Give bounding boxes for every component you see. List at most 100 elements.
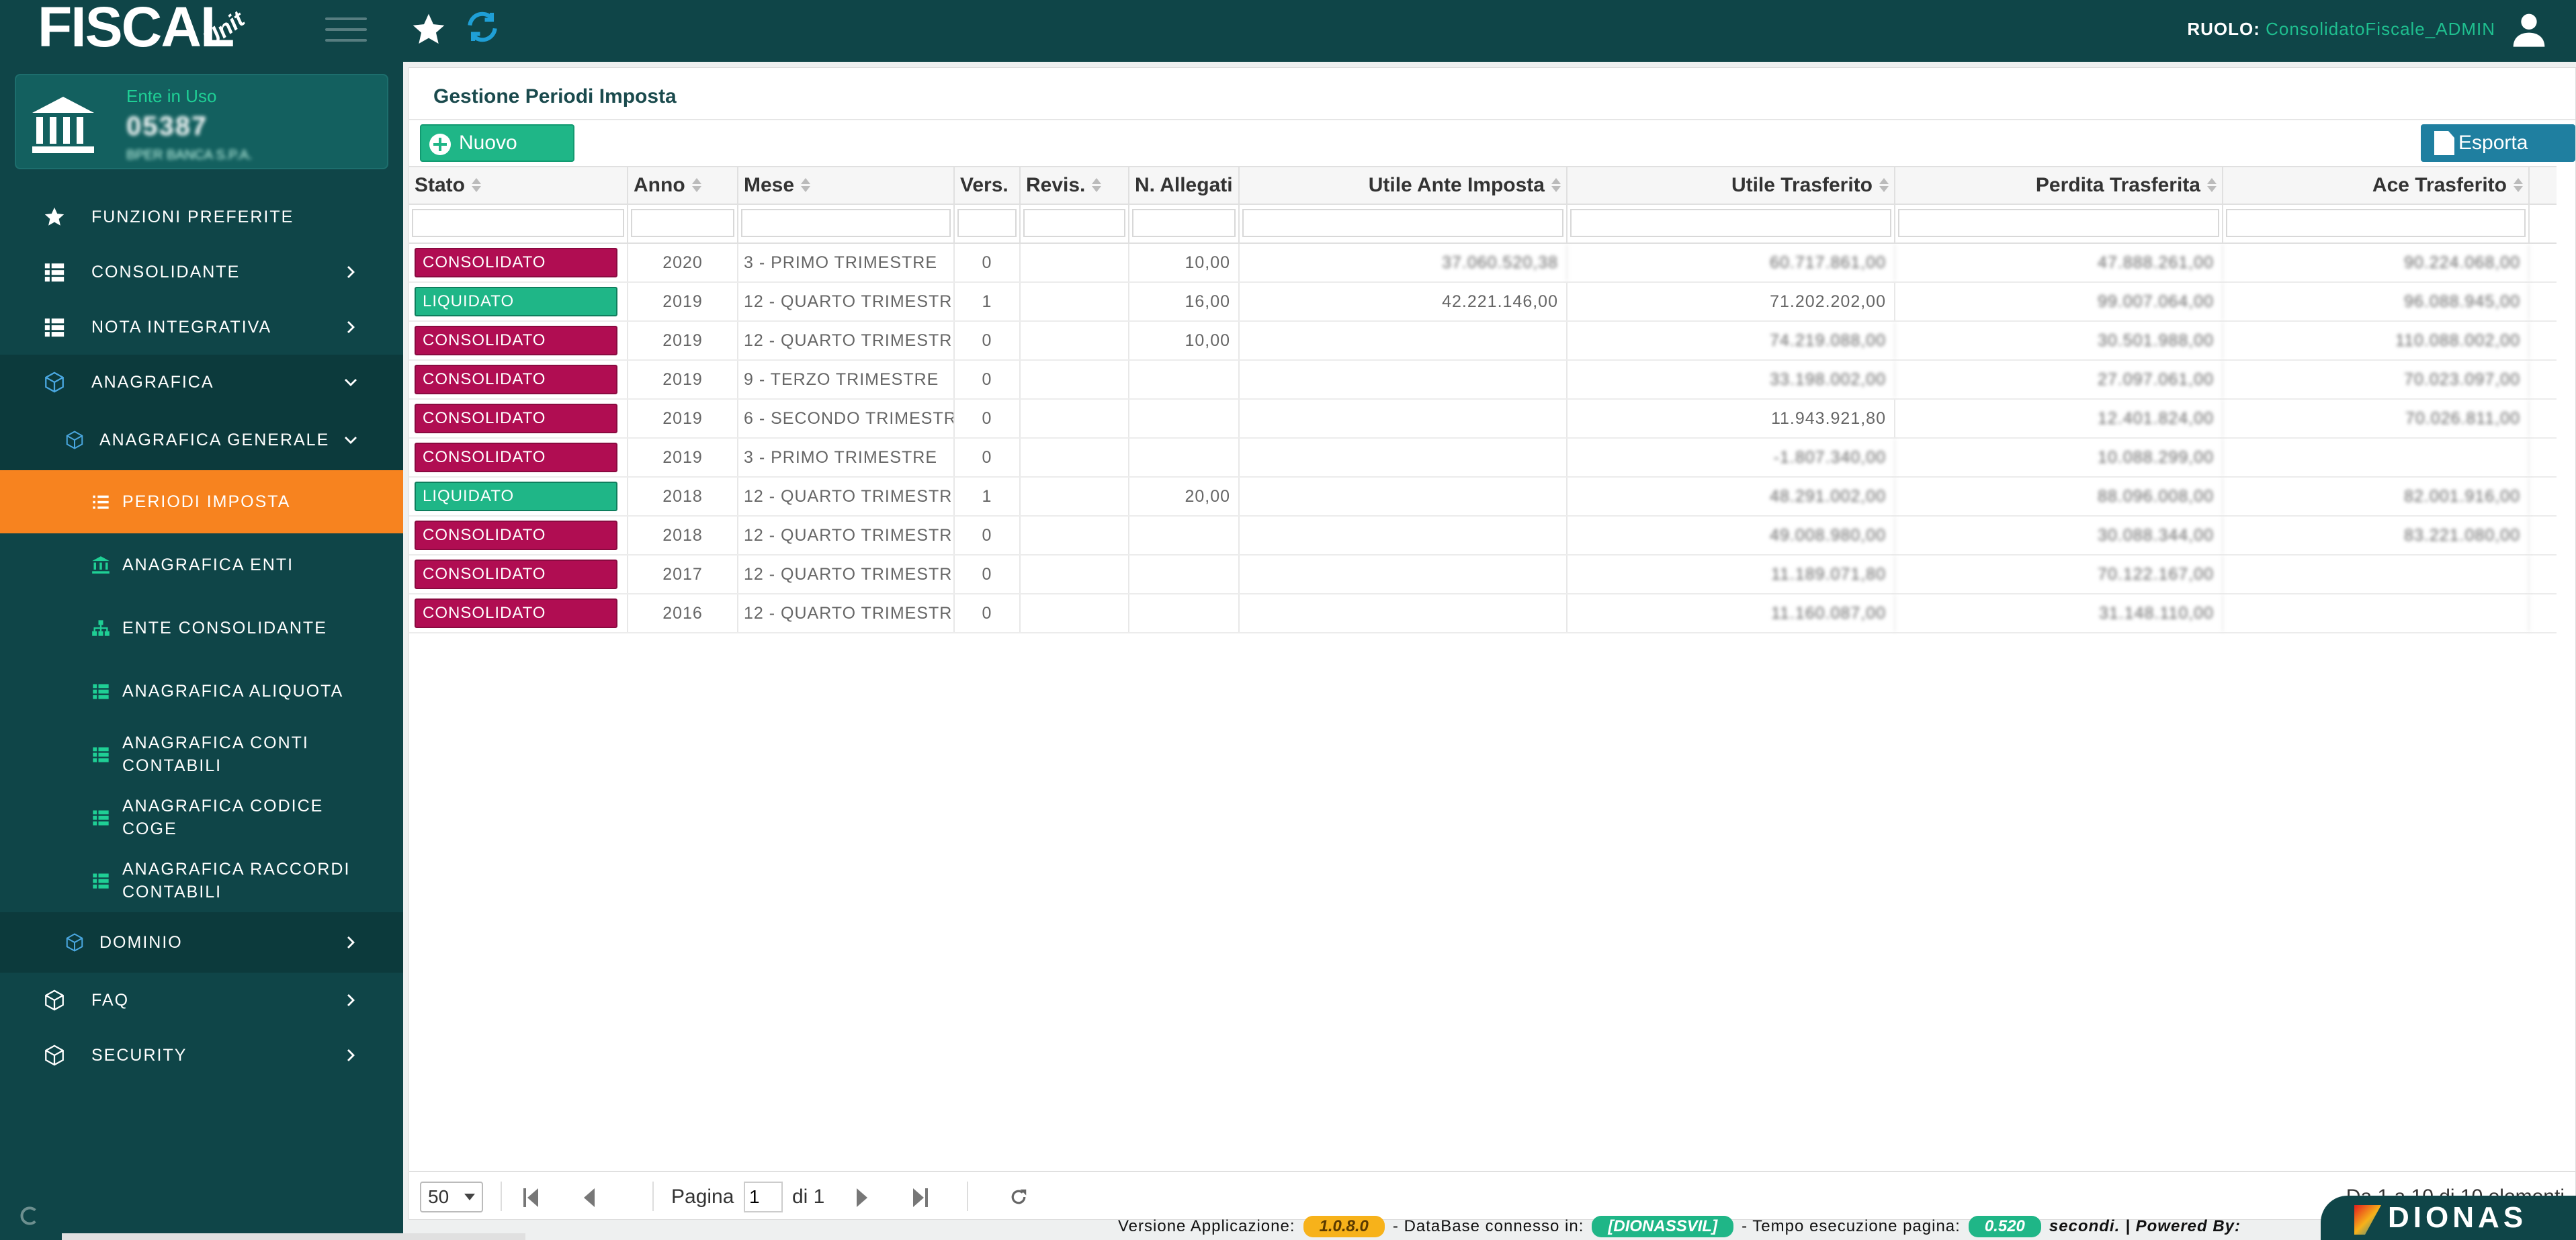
cell-utile-ante-imposta <box>1240 361 1568 398</box>
db-badge: [DIONASSVIL] <box>1592 1216 1734 1237</box>
filter-anno-input[interactable] <box>631 209 734 237</box>
table-row[interactable]: CONSOLIDATO 2020 3 - PRIMO TRIMESTRE 0 10,00… <box>409 244 2557 283</box>
cell-utile-ante-imposta <box>1240 594 1568 632</box>
table-row[interactable]: CONSOLIDATO 2019 3 - PRIMO TRIMESTRE 0 -1.80… <box>409 439 2557 478</box>
sidebar-item-anagrafica-conti-contabili[interactable]: ANAGRAFICA CONTI CONTABILI <box>0 723 403 786</box>
cell-vers: 1 <box>955 478 1021 515</box>
table-row[interactable]: CONSOLIDATO 2018 12 - QUARTO TRIMESTRE 0 49.… <box>409 517 2557 556</box>
column-header-vers[interactable]: Vers. <box>955 167 1021 204</box>
sort-icon <box>1551 177 1561 194</box>
cell-utile-ante-imposta <box>1240 478 1568 515</box>
column-header-allegati[interactable]: N. Allegati <box>1129 167 1240 204</box>
cell-mese: 12 - QUARTO TRIMESTRE <box>738 322 955 359</box>
cell-stato: CONSOLIDATO <box>409 322 628 359</box>
column-header-mese[interactable]: Mese <box>738 167 955 204</box>
last-page-icon[interactable] <box>912 1188 928 1207</box>
refresh-icon[interactable] <box>464 8 501 46</box>
sidebar-item-anagrafica-generale[interactable]: ANAGRAFICA GENERALE <box>0 410 403 470</box>
table-row[interactable]: LIQUIDATO 2019 12 - QUARTO TRIMESTRE 1 16,00… <box>409 283 2557 322</box>
filter-stato-input[interactable] <box>412 209 624 237</box>
filter-mese-input[interactable] <box>741 209 951 237</box>
column-label: Perdita Trasferita <box>2035 174 2200 196</box>
cell-utile-trasferito: -1.807.340,00 <box>1568 439 1895 476</box>
page-number-input[interactable] <box>744 1182 783 1212</box>
filter-vers-input[interactable] <box>957 209 1017 237</box>
plus-circle-icon <box>429 134 451 155</box>
cell-revis <box>1021 556 1129 593</box>
cell-mese: 12 - QUARTO TRIMESTRE <box>738 556 955 593</box>
page-size-select[interactable]: 50 <box>420 1182 483 1212</box>
sidebar-item-nota-integrativa[interactable]: NOTA INTEGRATIVA <box>0 300 403 355</box>
version-label: Versione Applicazione: <box>1118 1217 1295 1235</box>
sidebar-item-faq[interactable]: FAQ <box>0 973 403 1028</box>
column-header-utile-ante-imposta[interactable]: Utile Ante Imposta <box>1240 167 1568 204</box>
column-header-revis[interactable]: Revis. <box>1021 167 1129 204</box>
menu-toggle-icon[interactable] <box>325 17 367 44</box>
filter-allegati-input[interactable] <box>1132 209 1236 237</box>
sidebar-item-consolidante[interactable]: CONSOLIDANTE <box>0 245 403 300</box>
sidebar-item-anagrafica[interactable]: ANAGRAFICA <box>0 355 403 410</box>
app-logo[interactable]: FISCAL Unit <box>38 0 249 55</box>
sidebar-item-anagrafica-raccordi-contabili[interactable]: ANAGRAFICA RACCORDI CONTABILI <box>0 849 403 912</box>
sidebar-item-dominio[interactable]: DOMINIO <box>0 912 403 973</box>
sidebar-item-anagrafica-enti[interactable]: ANAGRAFICA ENTI <box>0 533 403 596</box>
filter-utile-ante-imposta-input[interactable] <box>1242 209 1563 237</box>
sidebar-item-anagrafica-aliquota[interactable]: ANAGRAFICA ALIQUOTA <box>0 660 403 723</box>
dionas-logo-icon <box>2354 1205 2381 1235</box>
table-row[interactable]: CONSOLIDATO 2016 12 - QUARTO TRIMESTRE 0 11.… <box>409 594 2557 633</box>
column-header-anno[interactable]: Anno <box>628 167 738 204</box>
star-icon <box>44 207 65 226</box>
table-icon <box>93 684 109 699</box>
status-badge: CONSOLIDATO <box>415 560 617 589</box>
sidebar-item-label: ANAGRAFICA <box>91 372 214 392</box>
chevron-right-icon <box>347 1049 355 1061</box>
new-button[interactable]: Nuovo <box>420 124 574 162</box>
filter-cell <box>1240 205 1568 242</box>
sidebar-item-funzioni-preferite[interactable]: FUNZIONI PREFERITE <box>0 189 403 245</box>
favorite-star-icon[interactable] <box>410 11 447 48</box>
first-page-icon[interactable] <box>523 1188 540 1207</box>
cell-perdita-trasferita: 70.122.167,00 <box>1895 556 2223 593</box>
column-header-utile-trasferito[interactable]: Utile Trasferito <box>1568 167 1895 204</box>
column-header-ace-trasferito[interactable]: Ace Trasferito <box>2223 167 2530 204</box>
cell-vers: 0 <box>955 439 1021 476</box>
prev-page-icon[interactable] <box>581 1188 597 1207</box>
cell-utile-trasferito: 60.717.861,00 <box>1568 244 1895 281</box>
filter-utile-trasferito-input[interactable] <box>1570 209 1891 237</box>
cell-vers: 0 <box>955 400 1021 437</box>
sidebar: Ente in Uso 05387 BPER BANCA S.P.A. FUNZ… <box>0 62 418 1240</box>
user-icon[interactable] <box>2510 11 2548 48</box>
cell-vers: 0 <box>955 322 1021 359</box>
table-row[interactable]: CONSOLIDATO 2019 6 - SECONDO TRIMESTRE 0 11.… <box>409 400 2557 439</box>
cell-ace-trasferito <box>2223 439 2530 476</box>
pager-divider <box>501 1182 502 1211</box>
sidebar-item-periodi-imposta[interactable]: PERIODI IMPOSTA <box>0 470 418 533</box>
export-button[interactable]: Esporta <box>2421 124 2575 162</box>
table-row[interactable]: CONSOLIDATO 2017 12 - QUARTO TRIMESTRE 0 11.… <box>409 556 2557 594</box>
db-label: - DataBase connesso in: <box>1392 1217 1584 1235</box>
cell-anno: 2019 <box>628 439 738 476</box>
cell-vers: 0 <box>955 517 1021 554</box>
column-header-stato[interactable]: Stato <box>409 167 628 204</box>
brand-name: DIONAS <box>2388 1201 2528 1234</box>
next-page-icon[interactable] <box>854 1188 870 1207</box>
table-icon <box>93 873 109 889</box>
sidebar-item-anagrafica-codice-coge[interactable]: ANAGRAFICA CODICE COGE <box>0 786 403 849</box>
table-row[interactable]: CONSOLIDATO 2019 12 - QUARTO TRIMESTRE 0 10,… <box>409 322 2557 361</box>
sort-icon <box>801 177 811 194</box>
filter-perdita-trasferita-input[interactable] <box>1898 209 2219 237</box>
cell-allegati <box>1129 517 1240 554</box>
ente-in-uso-box[interactable]: Ente in Uso 05387 BPER BANCA S.P.A. <box>15 74 388 169</box>
sidebar-item-security[interactable]: SECURITY <box>0 1028 403 1083</box>
sidebar-item-ente-consolidante[interactable]: ENTE CONSOLIDANTE <box>0 596 403 660</box>
horizontal-scrollbar[interactable] <box>62 1233 525 1240</box>
filter-ace-trasferito-input[interactable] <box>2226 209 2526 237</box>
table-row[interactable]: LIQUIDATO 2018 12 - QUARTO TRIMESTRE 1 20,00… <box>409 478 2557 517</box>
cell-ace-trasferito: 82.001.916,00 <box>2223 478 2530 515</box>
reload-icon[interactable] <box>1008 1187 1029 1207</box>
filter-cell <box>1895 205 2223 242</box>
cell-revis <box>1021 439 1129 476</box>
table-row[interactable]: CONSOLIDATO 2019 9 - TERZO TRIMESTRE 0 33.19… <box>409 361 2557 400</box>
column-header-perdita-trasferita[interactable]: Perdita Trasferita <box>1895 167 2223 204</box>
filter-revis-input[interactable] <box>1023 209 1125 237</box>
